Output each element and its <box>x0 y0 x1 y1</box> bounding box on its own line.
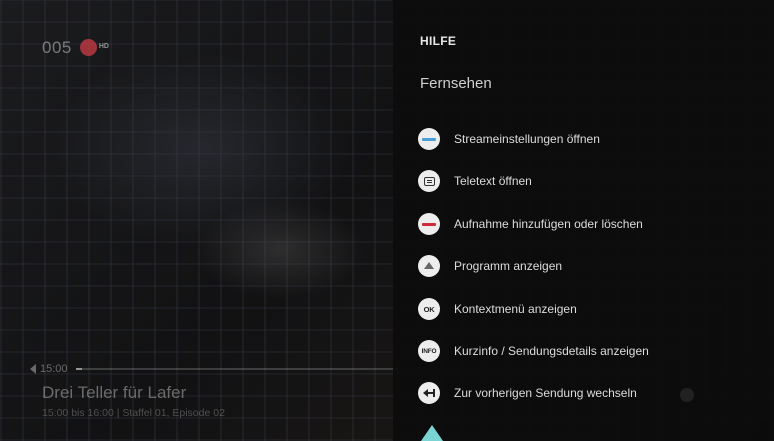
progress-bar <box>75 368 398 370</box>
channel-info: 005 HD <box>42 38 114 58</box>
help-title: HILFE <box>420 34 457 48</box>
help-item-teletext[interactable]: Teletext öffnen <box>418 169 532 193</box>
help-item-label: Zur vorherigen Sendung wechseln <box>454 386 637 400</box>
blue-button-icon <box>418 128 440 150</box>
tv-screen: 005 HD 15:00 Drei Teller für Lafer 15:00… <box>0 0 774 441</box>
help-item-context-menu[interactable]: OK Kontextmenü anzeigen <box>418 297 577 321</box>
help-item-label: Streameinstellungen öffnen <box>454 132 600 146</box>
red-bar <box>422 222 436 226</box>
red-button-icon <box>418 213 440 235</box>
background-button-icon <box>680 388 694 402</box>
ok-button-icon: OK <box>418 298 440 320</box>
channel-logo: HD <box>79 39 114 57</box>
timeline-start-time: 15:00 <box>40 363 68 375</box>
rewind-arrow-icon <box>30 364 36 374</box>
timeline: 15:00 <box>30 363 398 375</box>
ok-icon-text: OK <box>423 304 435 314</box>
show-meta: 15:00 bis 16:00 | Staffel 01, Episode 02 <box>42 407 225 419</box>
back-arrow-icon <box>418 382 440 404</box>
hd-badge: HD <box>98 43 109 50</box>
blue-bar <box>422 137 436 141</box>
progress-fill <box>75 368 82 370</box>
help-item-recording[interactable]: Aufnahme hinzufügen oder löschen <box>418 212 643 236</box>
channel-number: 005 <box>42 38 72 57</box>
channel-logo-mark <box>79 39 97 56</box>
up-triangle-icon <box>418 255 440 277</box>
scroll-down-indicator[interactable] <box>421 425 443 441</box>
info-icon-text: INFO <box>421 347 437 355</box>
help-item-info[interactable]: INFO Kurzinfo / Sendungsdetails anzeigen <box>418 339 649 363</box>
teletext-icon <box>418 170 440 192</box>
help-item-program[interactable]: Programm anzeigen <box>418 254 562 278</box>
help-item-stream-settings[interactable]: Streameinstellungen öffnen <box>418 127 600 151</box>
help-item-label: Kurzinfo / Sendungsdetails anzeigen <box>454 344 649 358</box>
show-title: Drei Teller für Lafer <box>42 383 187 402</box>
help-item-previous-show[interactable]: Zur vorherigen Sendung wechseln <box>418 381 637 405</box>
help-item-label: Aufnahme hinzufügen oder löschen <box>454 217 643 231</box>
info-button-icon: INFO <box>418 340 440 362</box>
help-item-label: Programm anzeigen <box>454 259 563 273</box>
help-section-heading: Fernsehen <box>420 75 492 92</box>
help-item-label: Teletext öffnen <box>454 174 532 188</box>
help-item-label: Kontextmenü anzeigen <box>454 302 577 316</box>
